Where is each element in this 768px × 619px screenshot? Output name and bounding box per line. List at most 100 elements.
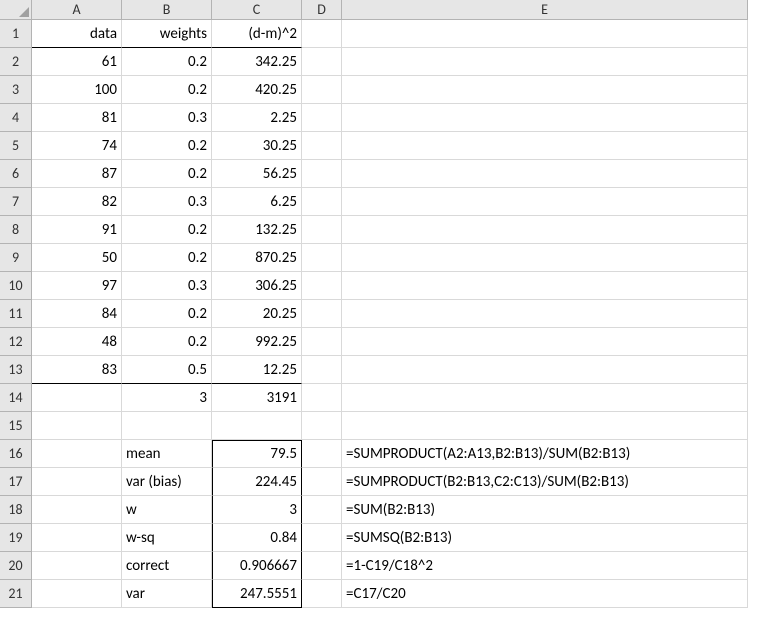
cell-C3[interactable]: 420.25: [212, 76, 302, 104]
cell-A18[interactable]: [32, 496, 122, 524]
cell-D8[interactable]: [302, 216, 342, 244]
cell-B17[interactable]: var (bias): [122, 468, 212, 496]
col-header-C[interactable]: C: [212, 0, 302, 20]
cell-D10[interactable]: [302, 272, 342, 300]
row-header-20[interactable]: 20: [0, 552, 32, 580]
cell-D21[interactable]: [302, 580, 342, 608]
cell-D13[interactable]: [302, 356, 342, 384]
row-header-8[interactable]: 8: [0, 216, 32, 244]
row-header-16[interactable]: 16: [0, 440, 32, 468]
cell-E21[interactable]: =C17/C20: [342, 580, 748, 608]
cell-A6[interactable]: 87: [32, 160, 122, 188]
cell-A7[interactable]: 82: [32, 188, 122, 216]
cell-C5[interactable]: 30.25: [212, 132, 302, 160]
row-header-7[interactable]: 7: [0, 188, 32, 216]
cell-B5[interactable]: 0.2: [122, 132, 212, 160]
cell-E20[interactable]: =1-C19/C18^2: [342, 552, 748, 580]
cell-B8[interactable]: 0.2: [122, 216, 212, 244]
cell-A13[interactable]: 83: [32, 356, 122, 384]
cell-E12[interactable]: [342, 328, 748, 356]
cell-C9[interactable]: 870.25: [212, 244, 302, 272]
cell-A3[interactable]: 100: [32, 76, 122, 104]
row-header-4[interactable]: 4: [0, 104, 32, 132]
row-header-18[interactable]: 18: [0, 496, 32, 524]
cell-A5[interactable]: 74: [32, 132, 122, 160]
cell-D17[interactable]: [302, 468, 342, 496]
cell-A10[interactable]: 97: [32, 272, 122, 300]
cell-D9[interactable]: [302, 244, 342, 272]
cell-A21[interactable]: [32, 580, 122, 608]
cell-D12[interactable]: [302, 328, 342, 356]
cell-D19[interactable]: [302, 524, 342, 552]
cell-E18[interactable]: =SUM(B2:B13): [342, 496, 748, 524]
row-header-5[interactable]: 5: [0, 132, 32, 160]
cell-A9[interactable]: 50: [32, 244, 122, 272]
cell-C4[interactable]: 2.25: [212, 104, 302, 132]
cell-E9[interactable]: [342, 244, 748, 272]
cell-C16[interactable]: 79.5: [212, 440, 302, 468]
cell-B9[interactable]: 0.2: [122, 244, 212, 272]
row-header-1[interactable]: 1: [0, 20, 32, 48]
select-all-corner[interactable]: [0, 0, 32, 20]
cell-D5[interactable]: [302, 132, 342, 160]
cell-E2[interactable]: [342, 48, 748, 76]
cell-C19[interactable]: 0.84: [212, 524, 302, 552]
cell-C11[interactable]: 20.25: [212, 300, 302, 328]
row-header-13[interactable]: 13: [0, 356, 32, 384]
cell-B14[interactable]: 3: [122, 384, 212, 412]
cell-E16[interactable]: =SUMPRODUCT(A2:A13,B2:B13)/SUM(B2:B13): [342, 440, 748, 468]
row-header-19[interactable]: 19: [0, 524, 32, 552]
row-header-15[interactable]: 15: [0, 412, 32, 440]
row-header-3[interactable]: 3: [0, 76, 32, 104]
cell-B4[interactable]: 0.3: [122, 104, 212, 132]
cell-D16[interactable]: [302, 440, 342, 468]
cell-E19[interactable]: =SUMSQ(B2:B13): [342, 524, 748, 552]
cell-E5[interactable]: [342, 132, 748, 160]
cell-A19[interactable]: [32, 524, 122, 552]
col-header-E[interactable]: E: [342, 0, 748, 20]
row-header-6[interactable]: 6: [0, 160, 32, 188]
row-header-17[interactable]: 17: [0, 468, 32, 496]
cell-B15[interactable]: [122, 412, 212, 440]
cell-D11[interactable]: [302, 300, 342, 328]
cell-D6[interactable]: [302, 160, 342, 188]
col-header-A[interactable]: A: [32, 0, 122, 20]
cell-A16[interactable]: [32, 440, 122, 468]
cell-B6[interactable]: 0.2: [122, 160, 212, 188]
cell-B13[interactable]: 0.5: [122, 356, 212, 384]
row-header-21[interactable]: 21: [0, 580, 32, 608]
cell-D7[interactable]: [302, 188, 342, 216]
row-header-10[interactable]: 10: [0, 272, 32, 300]
cell-C14[interactable]: 3191: [212, 384, 302, 412]
cell-E17[interactable]: =SUMPRODUCT(B2:B13,C2:C13)/SUM(B2:B13): [342, 468, 748, 496]
cell-A8[interactable]: 91: [32, 216, 122, 244]
cell-D1[interactable]: [302, 20, 342, 48]
cell-C13[interactable]: 12.25: [212, 356, 302, 384]
cell-B19[interactable]: w-sq: [122, 524, 212, 552]
cell-C1[interactable]: (d-m)^2: [212, 20, 302, 48]
row-header-2[interactable]: 2: [0, 48, 32, 76]
cell-E15[interactable]: [342, 412, 748, 440]
cell-E4[interactable]: [342, 104, 748, 132]
cell-A11[interactable]: 84: [32, 300, 122, 328]
cell-E8[interactable]: [342, 216, 748, 244]
cell-E13[interactable]: [342, 356, 748, 384]
cell-D20[interactable]: [302, 552, 342, 580]
cell-D15[interactable]: [302, 412, 342, 440]
cell-B1[interactable]: weights: [122, 20, 212, 48]
cell-C17[interactable]: 224.45: [212, 468, 302, 496]
cell-C21[interactable]: 247.5551: [212, 580, 302, 608]
cell-D18[interactable]: [302, 496, 342, 524]
row-header-14[interactable]: 14: [0, 384, 32, 412]
cell-E11[interactable]: [342, 300, 748, 328]
cell-C2[interactable]: 342.25: [212, 48, 302, 76]
cell-B16[interactable]: mean: [122, 440, 212, 468]
cell-D14[interactable]: [302, 384, 342, 412]
cell-E7[interactable]: [342, 188, 748, 216]
col-header-B[interactable]: B: [122, 0, 212, 20]
cell-B12[interactable]: 0.2: [122, 328, 212, 356]
cell-E10[interactable]: [342, 272, 748, 300]
row-header-12[interactable]: 12: [0, 328, 32, 356]
cell-B7[interactable]: 0.3: [122, 188, 212, 216]
cell-C10[interactable]: 306.25: [212, 272, 302, 300]
